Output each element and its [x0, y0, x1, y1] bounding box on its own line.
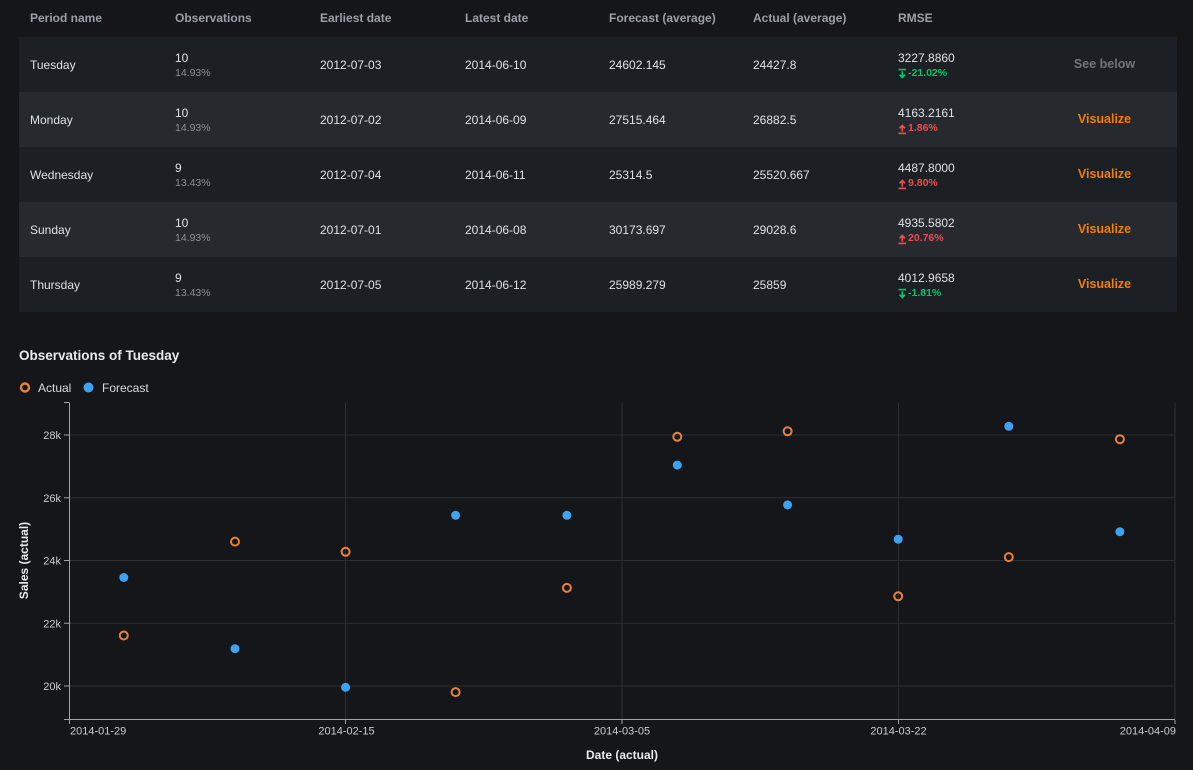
svg-text:28k: 28k	[43, 430, 61, 442]
svg-text:Actual: Actual	[38, 381, 71, 395]
svg-text:26k: 26k	[43, 493, 61, 505]
svg-text:20k: 20k	[43, 681, 61, 693]
svg-text:2014-03-22: 2014-03-22	[870, 726, 926, 738]
svg-text:2014-04-09: 2014-04-09	[1120, 726, 1176, 738]
svg-text:Forecast: Forecast	[102, 381, 149, 395]
svg-text:2014-01-29: 2014-01-29	[70, 726, 126, 738]
svg-text:2014-02-15: 2014-02-15	[318, 726, 374, 738]
svg-text:2014-03-05: 2014-03-05	[594, 726, 650, 738]
svg-text:24k: 24k	[43, 556, 61, 568]
svg-text:Sales (actual): Sales (actual)	[17, 522, 31, 599]
svg-text:Date (actual): Date (actual)	[586, 748, 658, 762]
svg-text:22k: 22k	[43, 618, 61, 630]
svg-text:Observations of Tuesday: Observations of Tuesday	[19, 348, 180, 363]
